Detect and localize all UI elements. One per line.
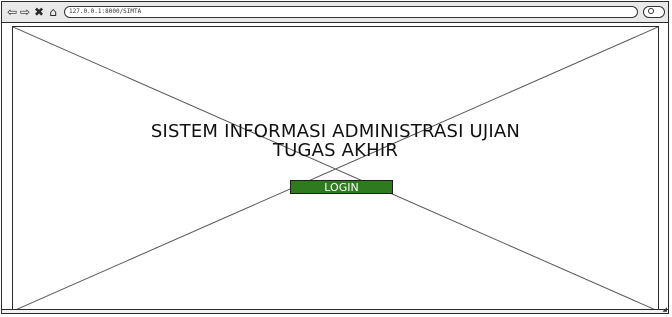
home-icon[interactable]: ⌂ [46, 5, 60, 19]
browser-search-button[interactable] [643, 6, 665, 18]
image-placeholder-icon [13, 27, 658, 311]
page-viewport: SISTEM INFORMASI ADMINISTRASI UJIAN TUGA… [12, 26, 659, 312]
page-title: SISTEM INFORMASI ADMINISTRASI UJIAN [150, 121, 521, 142]
close-icon[interactable]: ✖ [32, 5, 46, 19]
url-field[interactable]: 127.0.0.1:8000/SIMTA [64, 6, 638, 18]
forward-arrow-icon[interactable]: ⇨ [18, 5, 32, 19]
browser-toolbar: ⇦ ⇨ ✖ ⌂ 127.0.0.1:8000/SIMTA [2, 2, 668, 23]
search-icon [648, 8, 654, 14]
back-arrow-icon[interactable]: ⇦ [5, 5, 19, 19]
login-button[interactable]: LOGIN [290, 180, 393, 194]
status-bar: ◢ [2, 307, 668, 313]
page-subtitle: TUGAS AKHIR [272, 140, 399, 161]
resize-grip-icon[interactable]: ◢ [662, 307, 667, 313]
browser-window: ⇦ ⇨ ✖ ⌂ 127.0.0.1:8000/SIMTA SISTEM INFO… [1, 1, 669, 314]
